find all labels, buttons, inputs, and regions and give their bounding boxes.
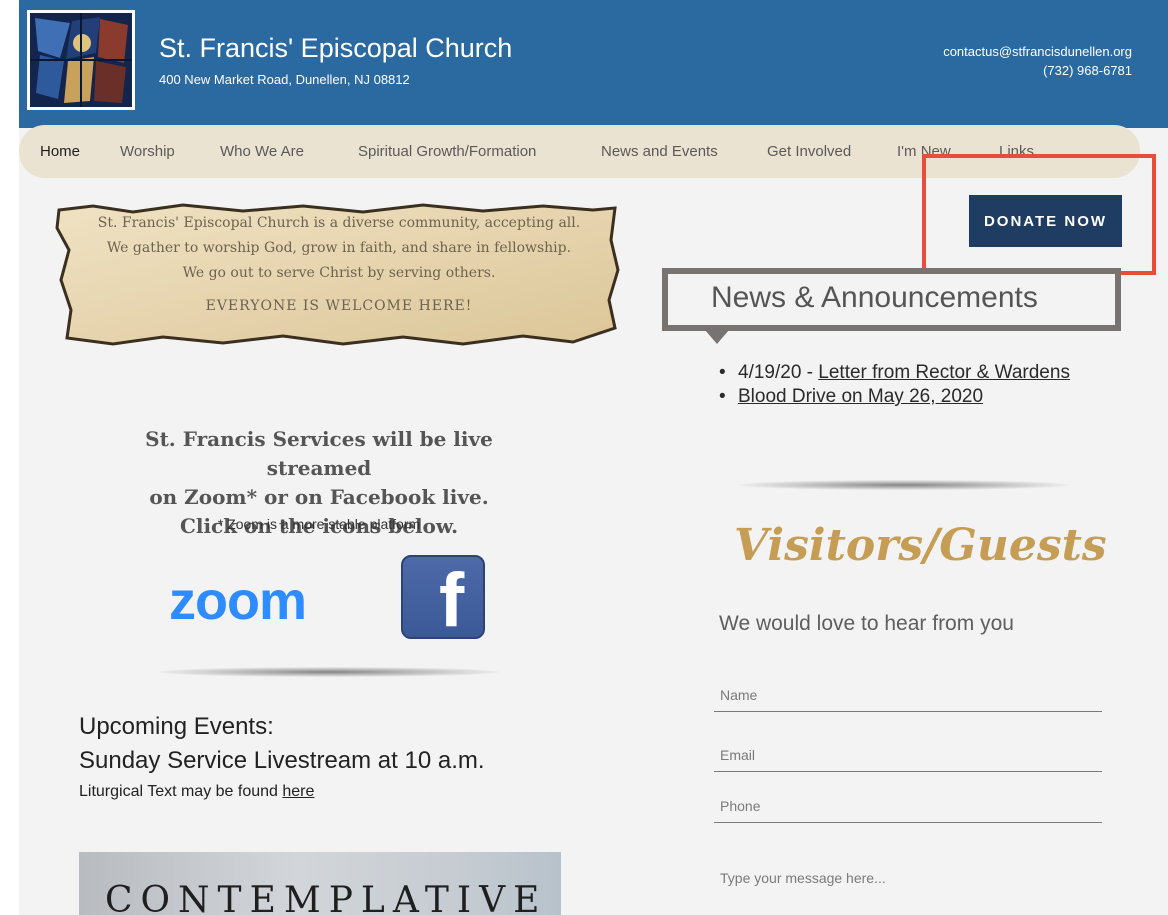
mission-line-2: We gather to worship God, grow in faith,… [106,240,572,256]
news-pointer [705,330,729,344]
visitors-subtitle: We would love to hear from you [719,612,1014,635]
name-field[interactable] [714,678,1102,712]
page: St. Francis' Episcopal Church 400 New Ma… [19,0,1168,915]
facebook-f-glyph: f [439,558,465,643]
nav-item-get-involved[interactable]: Get Involved [767,143,851,160]
liturgical-here-link[interactable]: here [282,783,314,800]
nav-item-home[interactable]: Home [40,143,80,160]
phone-field[interactable] [714,789,1102,823]
nav-item-news-events[interactable]: News and Events [601,143,718,160]
email-field[interactable] [714,738,1102,772]
mission-line-3: We go out to serve Christ by serving oth… [182,265,496,281]
services-line-1: St. Francis Services will be live stream… [145,427,493,480]
church-address: 400 New Market Road, Dunellen, NJ 08812 [159,72,410,87]
zoom-icon[interactable]: zoom [169,570,307,632]
announcement-date: 4/19/20 - [738,362,819,383]
church-logo[interactable] [27,10,135,110]
church-name[interactable]: St. Francis' Episcopal Church [159,33,512,64]
services-line-2: on Zoom* or on Facebook live. [149,485,489,509]
liturgical-text: Liturgical Text may be found here [79,783,314,801]
nav-item-worship[interactable]: Worship [120,143,175,160]
events-subtitle: Sunday Service Livestream at 10 a.m. [79,747,485,774]
site-header: St. Francis' Episcopal Church 400 New Ma… [19,0,1168,128]
bullet-icon: • [719,362,726,383]
announcement-link-letter[interactable]: Letter from Rector & Wardens [818,362,1070,383]
divider-shadow [159,667,499,677]
facebook-icon[interactable]: f [401,555,485,643]
visitors-title: Visitors/Guests [734,520,1107,571]
highlight-annotation-box [922,154,1156,275]
announcement-link-blood-drive[interactable]: Blood Drive on May 26, 2020 [738,386,983,407]
contact-phone: (732) 968-6781 [1043,63,1132,78]
nav-item-spiritual-growth[interactable]: Spiritual Growth/Formation [358,143,536,160]
contact-email-link[interactable]: contactus@stfrancisdunellen.org [943,44,1132,59]
events-title: Upcoming Events: [79,713,274,740]
news-title: News & Announcements [711,281,1038,314]
contemplative-image[interactable]: CONTEMPLATIVE [79,852,561,915]
mission-statement: St. Francis' Episcopal Church is a diver… [59,211,619,319]
contemplative-title: CONTEMPLATIVE [105,880,548,915]
message-field[interactable] [714,862,1102,915]
liturgical-prefix: Liturgical Text may be found [79,783,283,800]
mission-welcome: EVERYONE IS WELCOME HERE! [205,298,473,314]
stained-glass-icon [30,13,132,107]
mission-line-1: St. Francis' Episcopal Church is a diver… [97,215,581,231]
nav-item-who-we-are[interactable]: Who We Are [220,143,304,160]
divider-shadow [739,480,1069,490]
bullet-icon: • [719,386,726,407]
zoom-note: * Zoom is a more stable platform [217,516,421,532]
